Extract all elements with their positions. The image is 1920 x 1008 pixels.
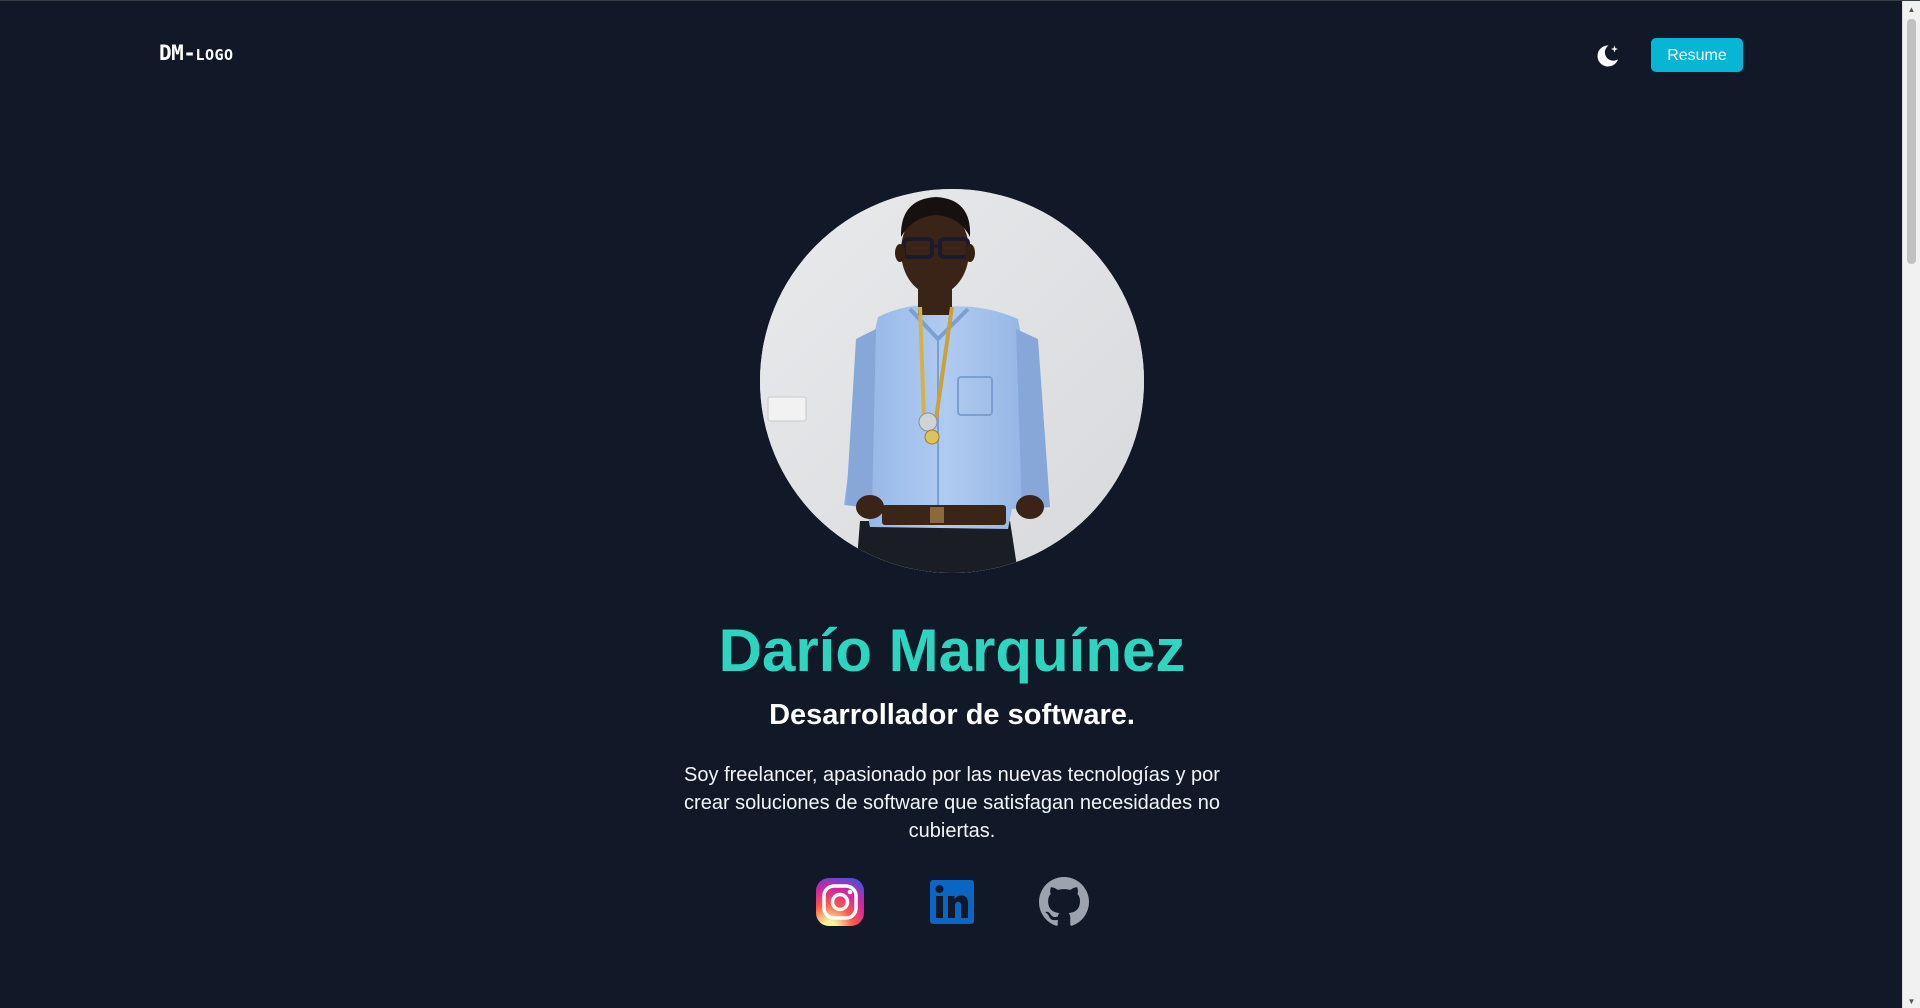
scroll-down-arrow-icon[interactable]: ▼ bbox=[1903, 993, 1920, 1008]
profile-photo-illustration bbox=[760, 189, 1144, 573]
instagram-icon bbox=[816, 878, 864, 926]
github-icon bbox=[1039, 877, 1089, 926]
theme-toggle-button[interactable] bbox=[1592, 41, 1622, 71]
moon-icon bbox=[1597, 45, 1618, 67]
github-link[interactable] bbox=[1039, 877, 1089, 927]
resume-button[interactable]: Resume bbox=[1651, 38, 1743, 72]
portfolio-page: DM-LOGO Resume Darío Marquínez Desarroll… bbox=[0, 0, 1920, 1008]
scroll-up-arrow-icon[interactable]: ▲ bbox=[1903, 1, 1920, 17]
logo-main: DM- bbox=[159, 41, 196, 65]
vertical-scrollbar[interactable]: ▲ ▼ bbox=[1902, 1, 1920, 1008]
linkedin-link[interactable] bbox=[927, 877, 977, 927]
profile-bio: Soy freelancer, apasionado por las nueva… bbox=[684, 764, 1220, 842]
logo-suffix: LOGO bbox=[195, 46, 234, 64]
social-links bbox=[0, 877, 1904, 927]
linkedin-icon bbox=[930, 880, 974, 924]
site-logo[interactable]: DM-LOGO bbox=[159, 41, 234, 65]
navbar: DM-LOGO Resume bbox=[0, 1, 1902, 111]
profile-photo bbox=[760, 189, 1144, 573]
profile-name: Darío Marquínez bbox=[718, 617, 1186, 684]
instagram-link[interactable] bbox=[815, 877, 865, 927]
scrollbar-thumb[interactable] bbox=[1907, 19, 1916, 264]
profile-role: Desarrollador de software. bbox=[769, 699, 1135, 731]
